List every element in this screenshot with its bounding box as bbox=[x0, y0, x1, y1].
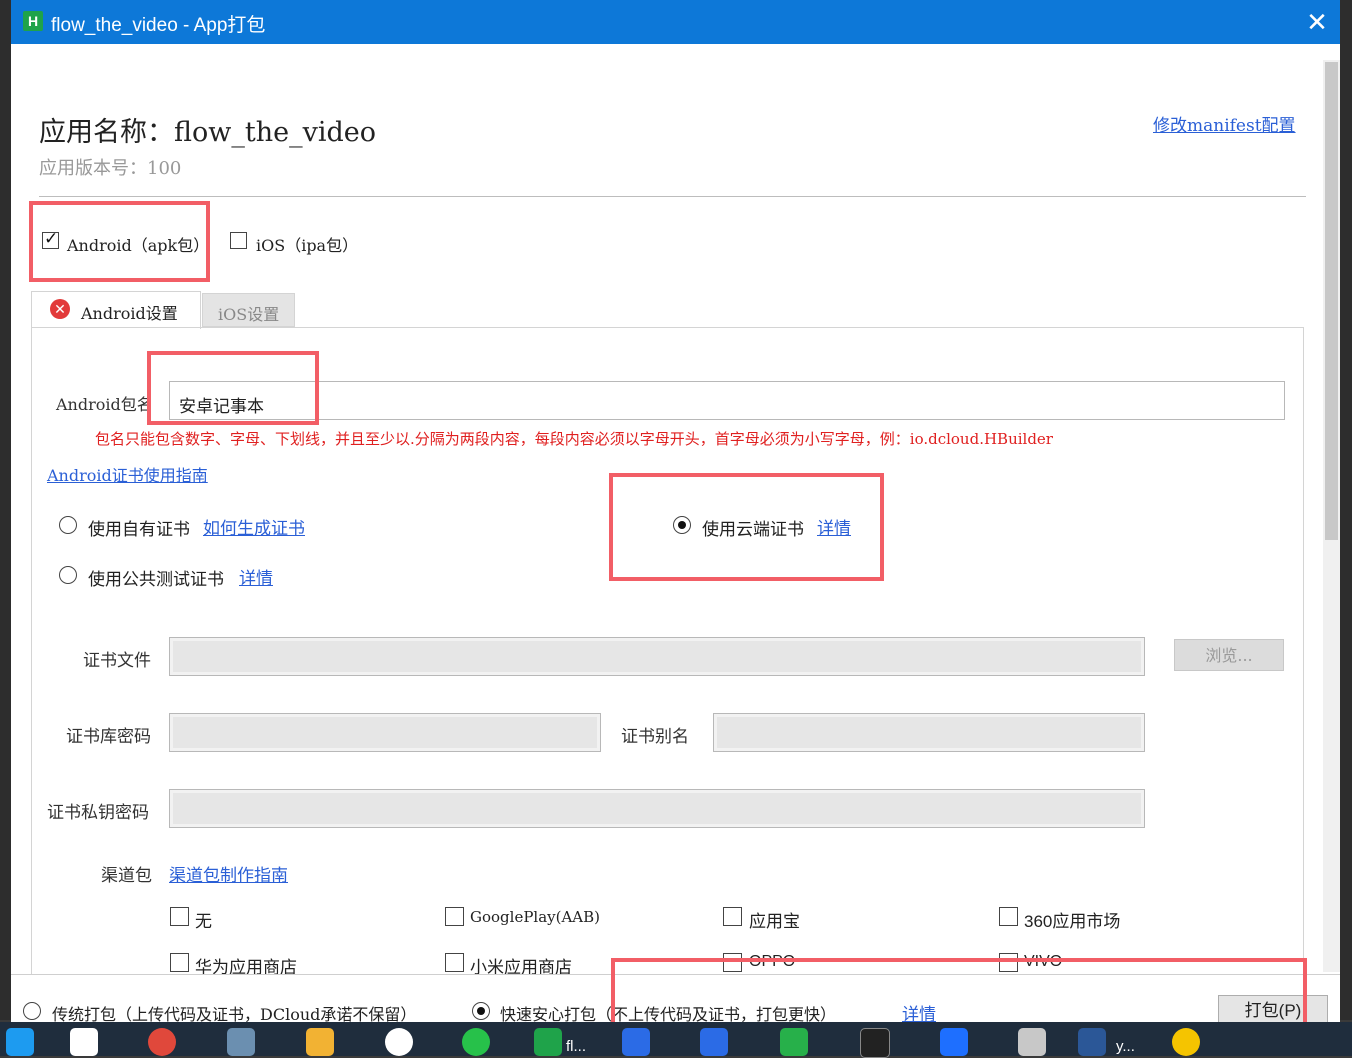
word-icon[interactable] bbox=[1078, 1028, 1106, 1056]
cert-alias-input[interactable] bbox=[713, 713, 1145, 752]
taskbar bbox=[0, 1022, 1352, 1056]
channel-label-none: 无 bbox=[195, 912, 212, 931]
channel-checkbox-none[interactable] bbox=[170, 907, 189, 926]
taskbar-word-label: y... bbox=[1116, 1038, 1135, 1055]
tab-android-settings[interactable]: ✕ Android设置 bbox=[31, 291, 201, 329]
traditional-pack-radio[interactable] bbox=[23, 1002, 41, 1020]
public-test-cert-label: 使用公共测试证书 bbox=[88, 570, 224, 589]
browse-button[interactable]: 浏览... bbox=[1174, 639, 1284, 671]
scrollbar-thumb[interactable] bbox=[1325, 62, 1338, 540]
app-icon-2[interactable] bbox=[622, 1028, 650, 1056]
channel-checkbox-yingyongbao[interactable] bbox=[723, 907, 742, 926]
file-icon[interactable] bbox=[1018, 1028, 1046, 1056]
keystore-password-label: 证书库密码 bbox=[66, 727, 151, 746]
title-bar[interactable]: H flow_the_video - App打包 ✕ bbox=[11, 0, 1340, 44]
how-to-generate-cert-link[interactable]: 如何生成证书 bbox=[203, 514, 305, 539]
packaging-dialog: H flow_the_video - App打包 ✕ 应用名称：flow_the… bbox=[11, 0, 1340, 1027]
android-cert-guide-link[interactable]: Android证书使用指南 bbox=[47, 462, 208, 486]
taskbar-hbuilder-label: fl... bbox=[566, 1038, 587, 1055]
package-name-label: Android包名 bbox=[56, 395, 153, 414]
terminal-icon[interactable] bbox=[780, 1028, 808, 1056]
keystore-password-input[interactable] bbox=[169, 713, 601, 752]
cert-file-input[interactable] bbox=[169, 637, 1145, 676]
feishu-icon[interactable] bbox=[940, 1028, 968, 1056]
channel-checkbox-huawei[interactable] bbox=[170, 953, 189, 972]
highlight-box-package bbox=[147, 351, 319, 425]
channel-checkbox-360[interactable] bbox=[999, 907, 1018, 926]
channel-label-360: 360应用市场 bbox=[1024, 912, 1121, 931]
package-name-hint: 包名只能包含数字、字母、下划线，并且至少以.分隔为两段内容，每段内容必须以字母开… bbox=[95, 430, 1053, 448]
channel-guide-link[interactable]: 渠道包制作指南 bbox=[169, 861, 288, 886]
channel-checkbox-googleplay[interactable] bbox=[445, 907, 464, 926]
package-name-input[interactable]: 安卓记事本 bbox=[169, 381, 1285, 420]
app-icon-1[interactable] bbox=[6, 1028, 34, 1056]
monitor-icon[interactable] bbox=[227, 1028, 255, 1056]
fast-pack-radio[interactable] bbox=[472, 1002, 490, 1020]
close-button[interactable]: ✕ bbox=[1301, 6, 1333, 38]
header-divider bbox=[39, 196, 1306, 197]
chrome-icon[interactable] bbox=[148, 1028, 176, 1056]
private-key-password-input[interactable] bbox=[169, 789, 1145, 828]
desktop-background-left bbox=[0, 0, 11, 1020]
cloud-icon[interactable] bbox=[70, 1028, 98, 1056]
highlight-box-bottom bbox=[611, 958, 1307, 1026]
own-cert-radio[interactable] bbox=[59, 516, 77, 534]
edit-manifest-link[interactable]: 修改manifest配置 bbox=[1153, 111, 1296, 136]
app-icon-3[interactable] bbox=[700, 1028, 728, 1056]
public-test-cert-detail-link[interactable]: 详情 bbox=[239, 564, 273, 589]
channel-label: 渠道包 bbox=[101, 866, 152, 885]
public-test-cert-radio[interactable] bbox=[59, 566, 77, 584]
app-version: 应用版本号：100 bbox=[39, 158, 182, 179]
window-title: flow_the_video - App打包 bbox=[51, 15, 266, 36]
error-icon: ✕ bbox=[50, 299, 70, 319]
own-cert-label: 使用自有证书 bbox=[88, 520, 190, 539]
app-name: 应用名称：flow_the_video bbox=[39, 117, 376, 148]
tab-android-label: Android设置 bbox=[81, 304, 178, 323]
tab-ios-label: iOS设置 bbox=[218, 305, 280, 324]
folder-icon[interactable] bbox=[306, 1028, 334, 1056]
ios-checkbox-label: iOS（ipa包） bbox=[256, 236, 359, 255]
hbuilder-icon: H bbox=[23, 11, 43, 31]
highlight-box-android bbox=[29, 201, 210, 282]
wechat-icon[interactable] bbox=[462, 1028, 490, 1056]
channel-checkbox-xiaomi[interactable] bbox=[445, 953, 464, 972]
app-icon-4[interactable] bbox=[1172, 1028, 1200, 1056]
cert-file-label: 证书文件 bbox=[83, 651, 151, 670]
desktop-background-right bbox=[1340, 0, 1352, 1020]
qq-icon[interactable] bbox=[385, 1028, 413, 1056]
highlight-box-cloud-cert bbox=[609, 473, 884, 581]
tab-ios-settings[interactable]: iOS设置 bbox=[202, 293, 295, 327]
cert-alias-label: 证书别名 bbox=[621, 727, 689, 746]
terminal-icon[interactable] bbox=[860, 1028, 890, 1058]
ios-checkbox[interactable] bbox=[230, 232, 247, 249]
channel-label-yingyongbao: 应用宝 bbox=[749, 912, 800, 931]
private-key-password-label: 证书私钥密码 bbox=[47, 803, 149, 822]
hbuilder-icon[interactable] bbox=[534, 1028, 562, 1056]
channel-label-googleplay: GooglePlay(AAB) bbox=[470, 908, 601, 926]
